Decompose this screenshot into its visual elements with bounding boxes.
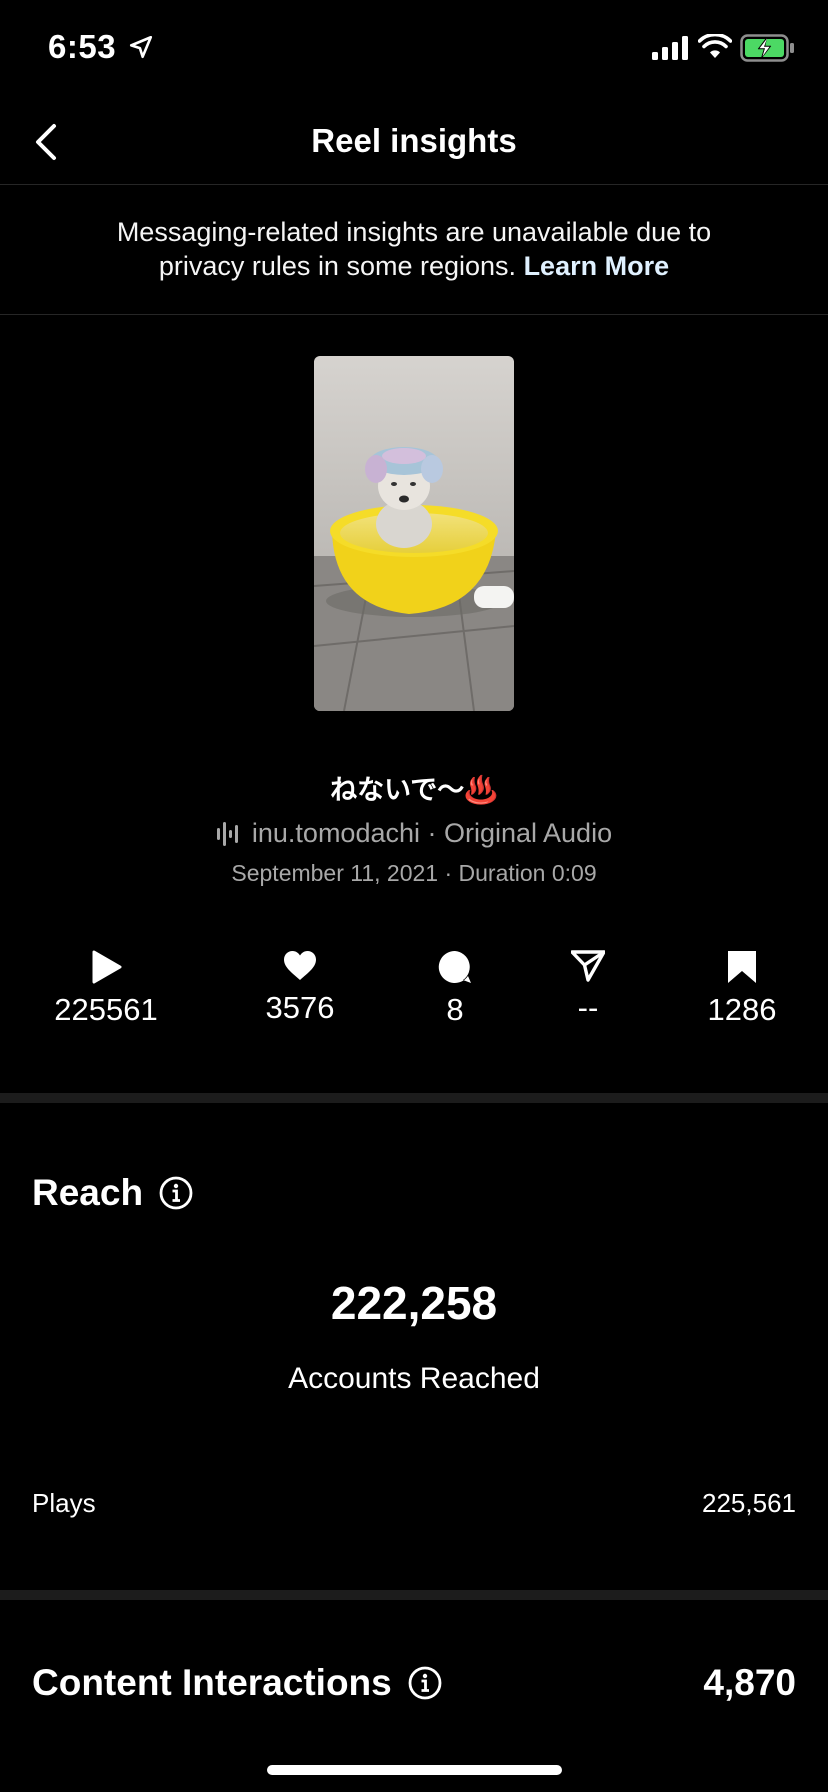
audio-info[interactable]: inu.tomodachi · Original Audio xyxy=(0,818,828,849)
privacy-notice: Messaging-related insights are unavailab… xyxy=(0,185,828,315)
info-icon[interactable] xyxy=(159,1176,193,1210)
comment-bubble-icon xyxy=(438,950,471,983)
status-time: 6:53 xyxy=(48,28,117,65)
audio-waveform-icon xyxy=(216,821,238,846)
stat-saves: 1286 xyxy=(662,950,822,1028)
wifi-icon xyxy=(698,34,732,58)
plays-label: Plays xyxy=(32,1488,96,1518)
reel-stats: 225561 3576 8 -- 1286 xyxy=(0,950,828,1040)
reel-caption: ねないで〜♨️ xyxy=(330,775,498,805)
stat-likes: 3576 xyxy=(220,950,380,1026)
status-bar: 6:53 xyxy=(0,0,828,100)
content-interactions-title: Content Interactions xyxy=(32,1662,392,1703)
reach-title: Reach xyxy=(32,1172,144,1213)
play-icon xyxy=(92,950,122,984)
section-divider xyxy=(0,1093,828,1103)
bookmark-icon xyxy=(728,951,756,983)
audio-label: inu.tomodachi · Original Audio xyxy=(251,818,613,848)
home-indicator[interactable] xyxy=(267,1765,562,1775)
stat-plays-value: 225561 xyxy=(54,992,158,1027)
reel-thumbnail[interactable] xyxy=(314,356,514,711)
stat-shares-value: -- xyxy=(577,990,599,1025)
paper-plane-icon xyxy=(571,950,605,982)
heart-icon xyxy=(284,951,316,980)
reel-thumbnail-image xyxy=(314,356,514,711)
info-icon[interactable] xyxy=(408,1666,442,1700)
stat-likes-value: 3576 xyxy=(265,990,335,1025)
stat-shares: -- xyxy=(508,950,668,1026)
location-arrow-icon xyxy=(129,35,153,59)
content-interactions-value: 4,870 xyxy=(703,1662,796,1703)
stat-plays: 225561 xyxy=(26,950,186,1028)
battery-charging-icon xyxy=(740,34,794,62)
cellular-signal-icon xyxy=(652,36,688,60)
reach-section-title: Reach xyxy=(32,1172,193,1214)
page-title: Reel insights xyxy=(311,122,517,159)
content-interactions-title-row: Content Interactions xyxy=(32,1662,442,1704)
navigation-bar: Reel insights xyxy=(0,100,828,185)
plays-value: 225,561 xyxy=(702,1488,796,1518)
accounts-reached-label: Accounts Reached xyxy=(288,1362,540,1395)
reel-date-duration: September 11, 2021 · Duration 0:09 xyxy=(231,860,597,886)
accounts-reached-value: 222,258 xyxy=(330,1277,498,1329)
learn-more-link[interactable]: Learn More xyxy=(524,251,670,281)
section-divider xyxy=(0,1590,828,1600)
stat-saves-value: 1286 xyxy=(707,992,777,1027)
